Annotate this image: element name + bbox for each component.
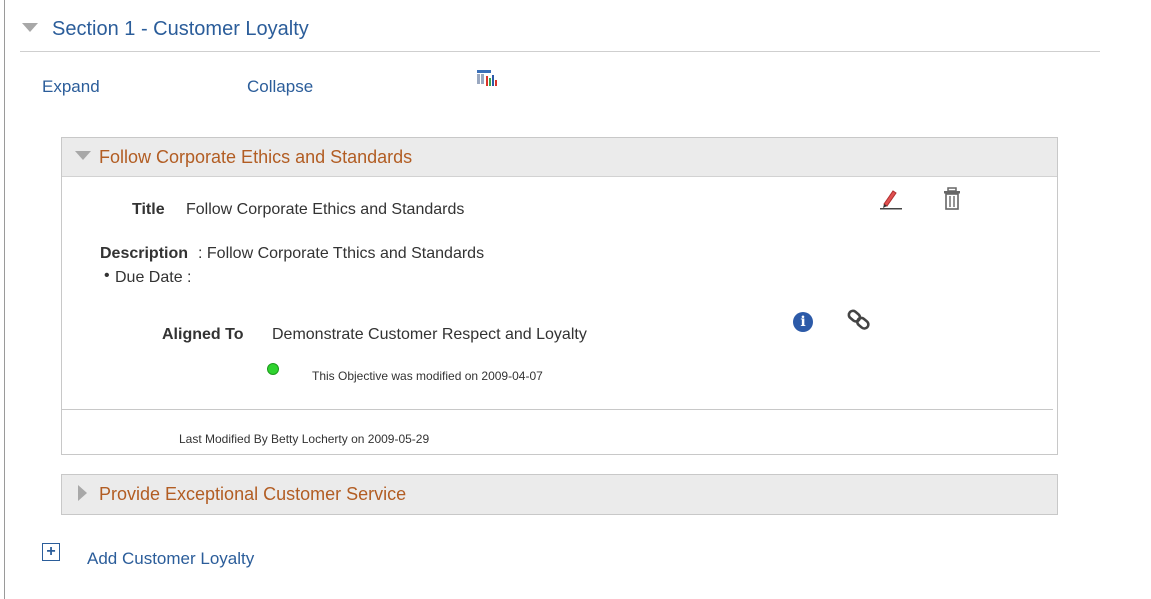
section-header[interactable]: Section 1 - Customer Loyalty <box>20 14 1100 52</box>
aligned-to-label: Aligned To <box>162 326 244 343</box>
collapse-triangle-icon[interactable] <box>22 23 38 32</box>
objective-panel: Follow Corporate Ethics and Standards Ti… <box>61 137 1058 455</box>
due-date-label: Due Date : <box>115 269 192 286</box>
objective-header[interactable]: Provide Exceptional Customer Service <box>62 475 1057 514</box>
info-icon[interactable]: i <box>793 312 813 332</box>
collapse-link[interactable]: Collapse <box>247 77 313 97</box>
modified-note: This Objective was modified on 2009-04-0… <box>312 369 543 383</box>
frame-border <box>4 0 5 599</box>
title-value: Follow Corporate Ethics and Standards <box>186 201 465 218</box>
status-dot-icon <box>267 363 279 375</box>
bullet: • <box>104 267 110 284</box>
section-title[interactable]: Section 1 - Customer Loyalty <box>52 18 309 41</box>
last-modified-text: Last Modified By Betty Locherty on 2009-… <box>179 432 430 446</box>
add-icon[interactable]: + <box>42 543 60 561</box>
divider <box>62 409 1053 410</box>
objective-title[interactable]: Follow Corporate Ethics and Standards <box>99 147 412 168</box>
link-icon[interactable] <box>845 307 873 333</box>
add-customer-loyalty-link[interactable]: Add Customer Loyalty <box>87 549 254 569</box>
edit-icon[interactable] <box>878 188 904 210</box>
delete-icon[interactable] <box>942 187 962 211</box>
aligned-to-value: Demonstrate Customer Respect and Loyalty <box>272 326 587 343</box>
collapse-triangle-icon[interactable] <box>75 151 91 160</box>
objective-header[interactable]: Follow Corporate Ethics and Standards <box>62 138 1057 177</box>
title-label: Title <box>132 201 165 218</box>
description-value: : Follow Corporate Tthics and Standards <box>198 245 485 262</box>
expand-triangle-icon[interactable] <box>78 485 87 501</box>
description-label: Description <box>100 245 189 262</box>
expand-link[interactable]: Expand <box>42 77 100 97</box>
objective-title[interactable]: Provide Exceptional Customer Service <box>99 484 406 505</box>
objective-panel-collapsed: Provide Exceptional Customer Service <box>61 474 1058 515</box>
chart-icon[interactable] <box>476 68 498 88</box>
